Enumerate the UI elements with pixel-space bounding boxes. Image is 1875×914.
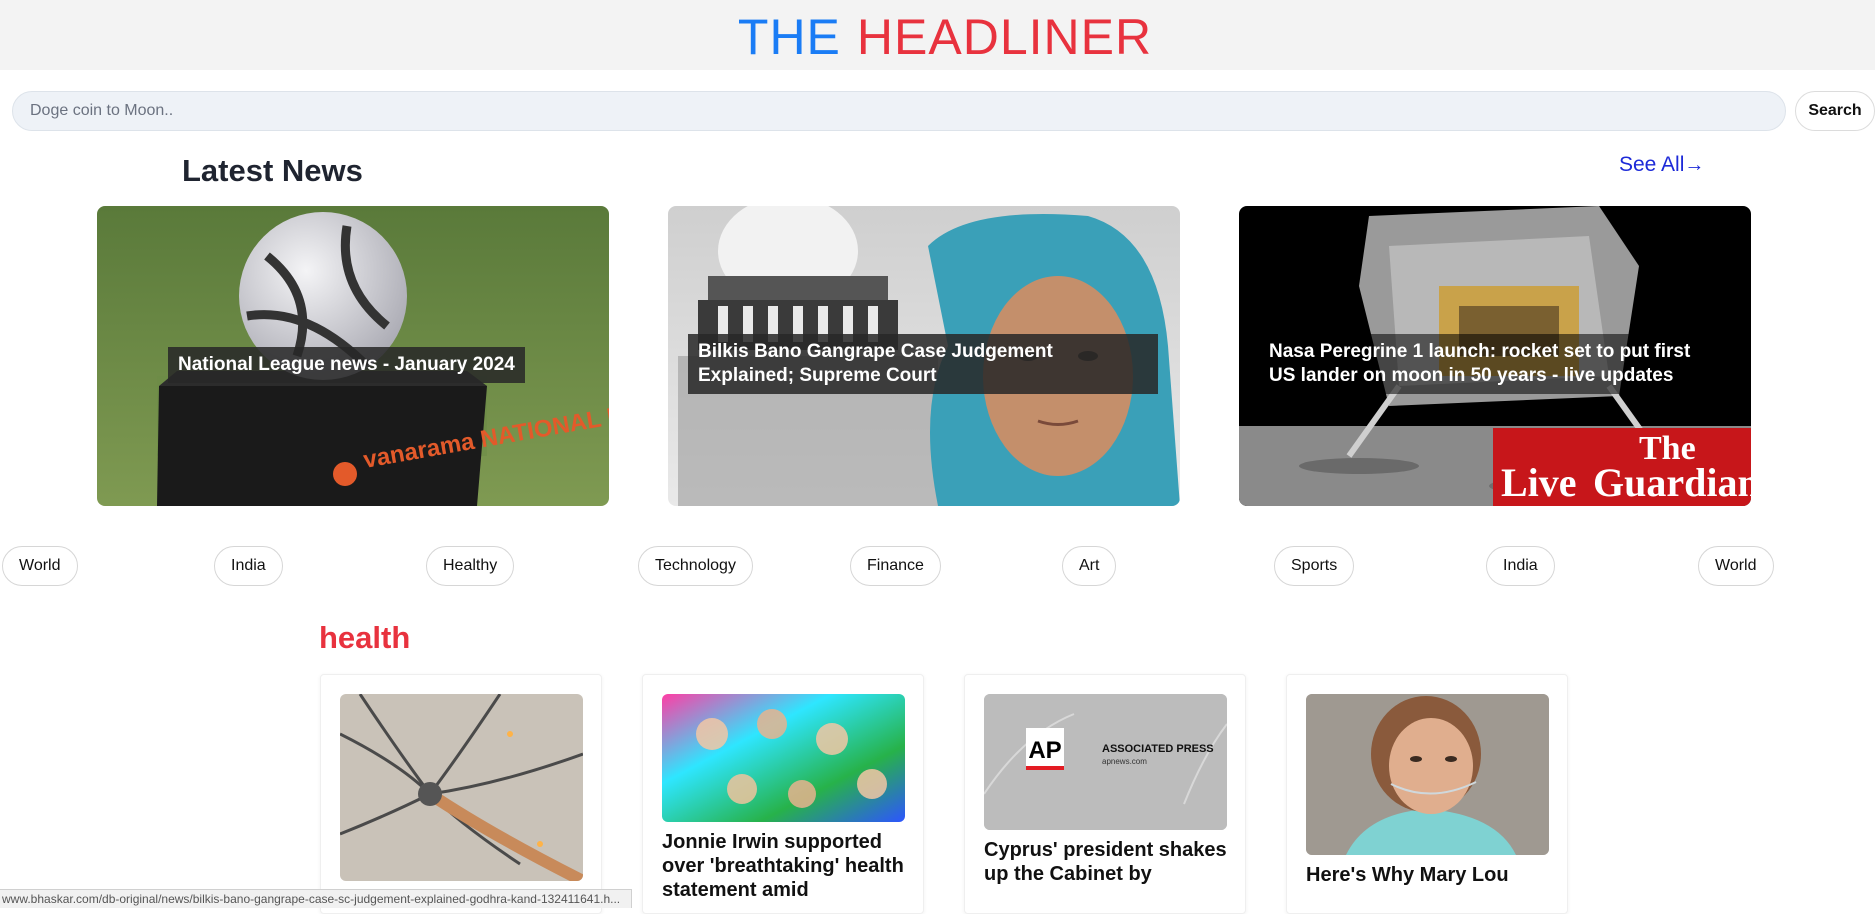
health-card-title: Cyprus' president shakes up the Cabinet … [984,839,1227,885]
section-title: health [319,620,411,655]
category-chip-technology[interactable]: Technology [638,546,753,586]
ap-domain: apnews.com [1102,757,1147,766]
category-chip-art[interactable]: Art [1062,546,1117,586]
logo-the: THE [737,9,841,65]
card-caption: Nasa Peregrine 1 launch: rocket set to p… [1259,334,1731,394]
category-chip-finance[interactable]: Finance [850,546,941,586]
search-input[interactable] [12,91,1786,131]
ap-wordmark: ASSOCIATED PRESS [1102,743,1214,755]
latest-news-title: Latest News [182,153,363,188]
neurons-photo [340,694,583,881]
browser-status-url: www.bhaskar.com/db-original/news/bilkis-… [0,889,632,908]
health-news-card[interactable] [320,674,602,914]
top-header: THE HEADLINER [0,0,1875,70]
search-button[interactable]: Search [1795,91,1875,131]
see-all-label: See All [1619,153,1685,176]
latest-news-card[interactable]: vanarama NATIONAL LEAGUE National League… [97,206,609,506]
category-chip-healthy[interactable]: Healthy [426,546,515,586]
category-chip-world[interactable]: World [1698,546,1774,586]
colorful-group-photo [662,694,905,822]
guardian-name: Guardian [1593,460,1751,505]
arrow-right-icon: → [1684,154,1705,176]
health-news-card[interactable]: Jonnie Irwin supported over 'breathtakin… [642,674,924,914]
category-chip-world[interactable]: World [2,546,78,586]
health-news-card[interactable]: Here's Why Mary Lou [1286,674,1568,914]
category-chip-india[interactable]: India [214,546,283,586]
card-caption: Bilkis Bano Gangrape Case Judgement Expl… [688,334,1158,394]
logo-name: HEADLINER [856,9,1153,65]
category-chip-india[interactable]: India [1486,546,1555,586]
card-caption: National League news - January 2024 [168,347,525,383]
woman-portrait-photo [1306,694,1549,855]
latest-news-card[interactable]: Bilkis Bano Gangrape Case Judgement Expl… [668,206,1180,506]
health-news-card[interactable]: AP ASSOCIATED PRESS apnews.com Cyprus' p… [964,674,1246,914]
guardian-live: Live [1501,460,1577,505]
ap-logo-placeholder: AP ASSOCIATED PRESS apnews.com [984,694,1227,830]
ap-logo-text: AP [1028,737,1061,764]
health-card-title: Jonnie Irwin supported over 'breathtakin… [662,831,904,901]
category-bar: World India Healthy Technology Finance A… [0,546,1875,586]
site-logo[interactable]: THE HEADLINER [0,8,1875,66]
see-all-link[interactable]: See All→ [1619,153,1704,177]
latest-news-card[interactable]: The Live Guardian Nasa Peregrine 1 launc… [1239,206,1751,506]
category-chip-sports[interactable]: Sports [1274,546,1355,586]
health-card-title: Here's Why Mary Lou [1306,864,1509,886]
